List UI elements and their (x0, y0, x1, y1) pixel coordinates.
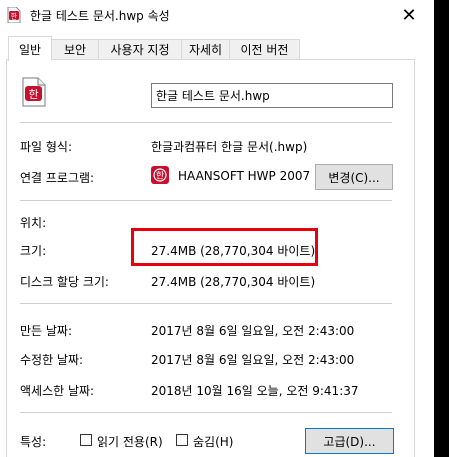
tab-previous-versions[interactable]: 이전 버전 (229, 39, 300, 59)
advanced-button-label: 고급(D)... (323, 434, 376, 449)
hwp-file-icon: 한 (7, 7, 21, 23)
disk-size-value: 27.4MB (28,770,304 바이트) (151, 275, 316, 289)
modified-label: 수정한 날짜: (20, 353, 84, 367)
hwp-document-icon: 한 (22, 77, 46, 107)
readonly-checkbox[interactable] (80, 434, 92, 446)
separator (20, 412, 392, 413)
open-with-value: HAANSOFT HWP 2007 (178, 169, 311, 183)
file-type-label: 파일 형식: (20, 140, 73, 154)
close-button[interactable]: ✕ (384, 0, 434, 30)
hidden-checkbox[interactable] (176, 434, 188, 446)
svg-text:한: 한 (28, 88, 38, 101)
open-with-label: 연결 프로그램: (20, 171, 95, 185)
accessed-value: 2018년 10월 16일 오늘, 오전 9:41:37 (151, 384, 359, 398)
separator (20, 122, 392, 123)
svg-text:한: 한 (156, 171, 164, 182)
tab-label: 자세히 (188, 43, 223, 57)
file-name-input[interactable]: 한글 테스트 문서.hwp (151, 83, 393, 108)
created-value: 2017년 8월 6일 일요일, 오전 2:43:00 (151, 324, 355, 338)
tab-details[interactable]: 자세히 (181, 39, 230, 59)
title-bar: 한 한글 테스트 문서.hwp 속성 ✕ (0, 0, 434, 30)
location-label: 위치: (20, 216, 47, 230)
tab-label: 사용자 지정 (110, 43, 170, 57)
file-type-value: 한글과컴퓨터 한글 문서(.hwp) (151, 140, 308, 154)
change-button-label: 변경(C)... (328, 170, 380, 185)
tab-label: 일반 (18, 42, 42, 57)
tab-label: 이전 버전 (240, 43, 289, 57)
size-label: 크기: (20, 244, 47, 258)
modified-value: 2017년 8월 6일 일요일, 오전 2:43:00 (151, 353, 355, 367)
window-title: 한글 테스트 문서.hwp 속성 (30, 9, 170, 23)
hidden-label[interactable]: 숨김(H) (193, 433, 233, 450)
hwp-app-icon: 한 (151, 166, 169, 184)
change-button[interactable]: 변경(C)... (315, 164, 393, 190)
tab-strip: 일반 보안 사용자 지정 자세히 이전 버전 (0, 36, 434, 61)
tab-label: 보안 (63, 43, 87, 57)
accessed-label: 액세스한 날짜: (20, 384, 95, 398)
separator (20, 200, 392, 201)
advanced-button[interactable]: 고급(D)... (305, 428, 394, 454)
tab-security[interactable]: 보안 (51, 39, 99, 59)
attributes-label: 특성: (20, 435, 47, 449)
created-label: 만든 날짜: (20, 324, 73, 338)
close-icon: ✕ (401, 4, 417, 26)
size-highlight-box (131, 228, 318, 266)
svg-text:한: 한 (11, 13, 18, 21)
properties-dialog: 한 한글 테스트 문서.hwp 속성 ✕ 일반 보안 사용자 지정 자세히 이전… (0, 0, 434, 457)
disk-size-label: 디스크 할당 크기: (20, 275, 109, 289)
separator (20, 303, 392, 304)
readonly-label[interactable]: 읽기 전용(R) (97, 433, 163, 450)
tab-custom[interactable]: 사용자 지정 (98, 39, 182, 59)
tab-general[interactable]: 일반 (8, 36, 52, 61)
